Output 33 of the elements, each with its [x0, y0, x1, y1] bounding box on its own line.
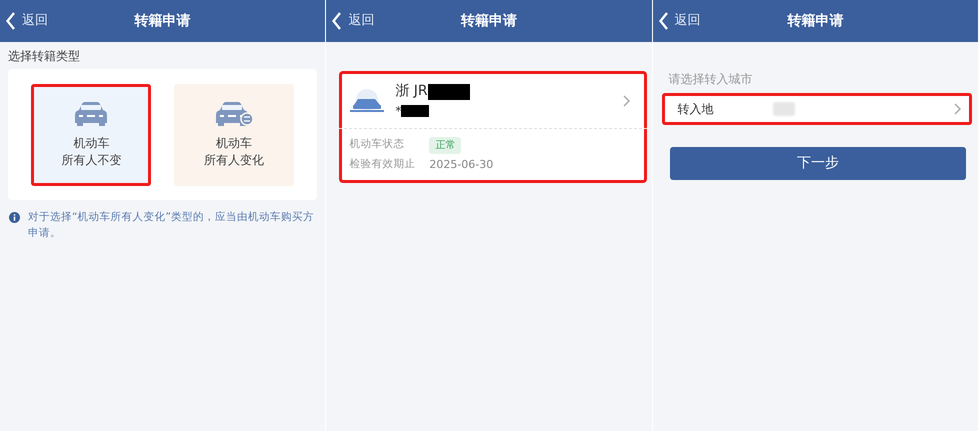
screen-title: 转籍申请	[787, 12, 844, 28]
field-value: 2025-06-30	[429, 156, 494, 173]
screen-title: 转籍申请	[460, 12, 517, 28]
row-label: 转入地	[678, 101, 715, 118]
chevron-right-icon	[622, 94, 631, 106]
vehicle-card[interactable]: 浙 JR * 机动车状态 正常 检验有效期止 2025-06-30	[339, 71, 647, 183]
next-button[interactable]: 下一步	[670, 147, 966, 180]
car-exchange-icon	[214, 101, 254, 128]
back-button[interactable]: 返回	[652, 11, 701, 31]
screen-title: 转籍申请	[134, 12, 191, 28]
section-label: 选择转籍类型	[8, 49, 80, 63]
transfer-type-option[interactable]: 机动车 所有人不变	[31, 84, 152, 186]
prompt-label: 请选择转入城市	[668, 72, 753, 86]
redaction-bar	[428, 84, 470, 100]
back-button[interactable]: 返回	[0, 11, 48, 31]
field-label: 检验有效期止	[349, 157, 416, 172]
city-select-row[interactable]: 转入地	[662, 93, 972, 125]
back-button[interactable]: 返回	[326, 11, 374, 31]
field-label: 机动车状态	[349, 137, 406, 152]
transfer-type-option[interactable]: 机动车 所有人变化	[174, 84, 294, 186]
blurred-value	[772, 102, 795, 116]
redaction-bar	[401, 105, 430, 117]
plate-number: 浙 JR	[395, 82, 428, 101]
back-icon	[6, 12, 16, 30]
back-icon	[658, 12, 669, 30]
field-value: 正常	[429, 136, 462, 154]
info-note: 对于选择“机动车所有人变化”类型的，应当由机动车购买方申请。	[28, 210, 315, 241]
owner-name: *	[395, 103, 402, 120]
car-icon	[349, 88, 386, 114]
car-icon	[73, 101, 110, 128]
back-icon	[332, 12, 342, 30]
chevron-right-icon	[954, 103, 962, 115]
info-icon	[9, 212, 20, 223]
